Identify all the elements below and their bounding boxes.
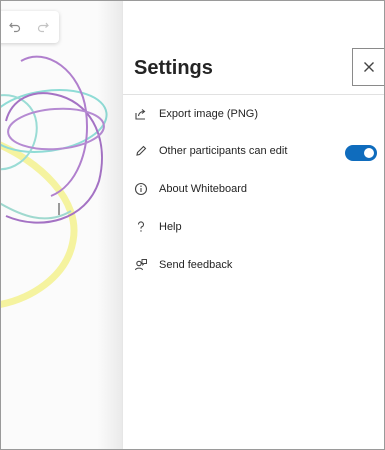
info-icon — [133, 181, 149, 197]
settings-panel: Settings Export image (PNG) Other partic… — [122, 1, 384, 449]
close-button[interactable] — [352, 48, 384, 86]
menu-item-about[interactable]: About Whiteboard — [123, 174, 384, 204]
menu-item-export-image[interactable]: Export image (PNG) — [123, 99, 384, 129]
menu-item-label: Help — [159, 221, 182, 233]
panel-title: Settings — [134, 57, 213, 79]
app-window: Settings Export image (PNG) Other partic… — [0, 0, 385, 450]
toggle-knob — [364, 148, 374, 158]
export-image-icon — [133, 106, 149, 122]
menu-item-help[interactable]: Help — [123, 212, 384, 242]
menu-item-label: Other participants can edit — [159, 145, 288, 157]
undo-redo-toolbar — [1, 11, 59, 43]
undo-icon[interactable] — [5, 17, 25, 37]
menu-item-participants-edit[interactable]: Other participants can edit — [123, 136, 384, 166]
pencil-icon — [133, 143, 149, 159]
edit-permission-toggle[interactable] — [345, 145, 377, 161]
close-icon — [364, 62, 374, 72]
menu-item-label: About Whiteboard — [159, 183, 248, 195]
menu-item-label: Export image (PNG) — [159, 108, 259, 120]
canvas-shade — [97, 1, 123, 449]
header-divider — [123, 94, 384, 95]
menu-item-feedback[interactable]: Send feedback — [123, 250, 384, 280]
menu-item-label: Send feedback — [159, 259, 233, 271]
feedback-icon — [133, 257, 149, 273]
question-icon — [133, 219, 149, 235]
whiteboard-canvas[interactable] — [1, 1, 123, 449]
redo-icon[interactable] — [33, 17, 53, 37]
